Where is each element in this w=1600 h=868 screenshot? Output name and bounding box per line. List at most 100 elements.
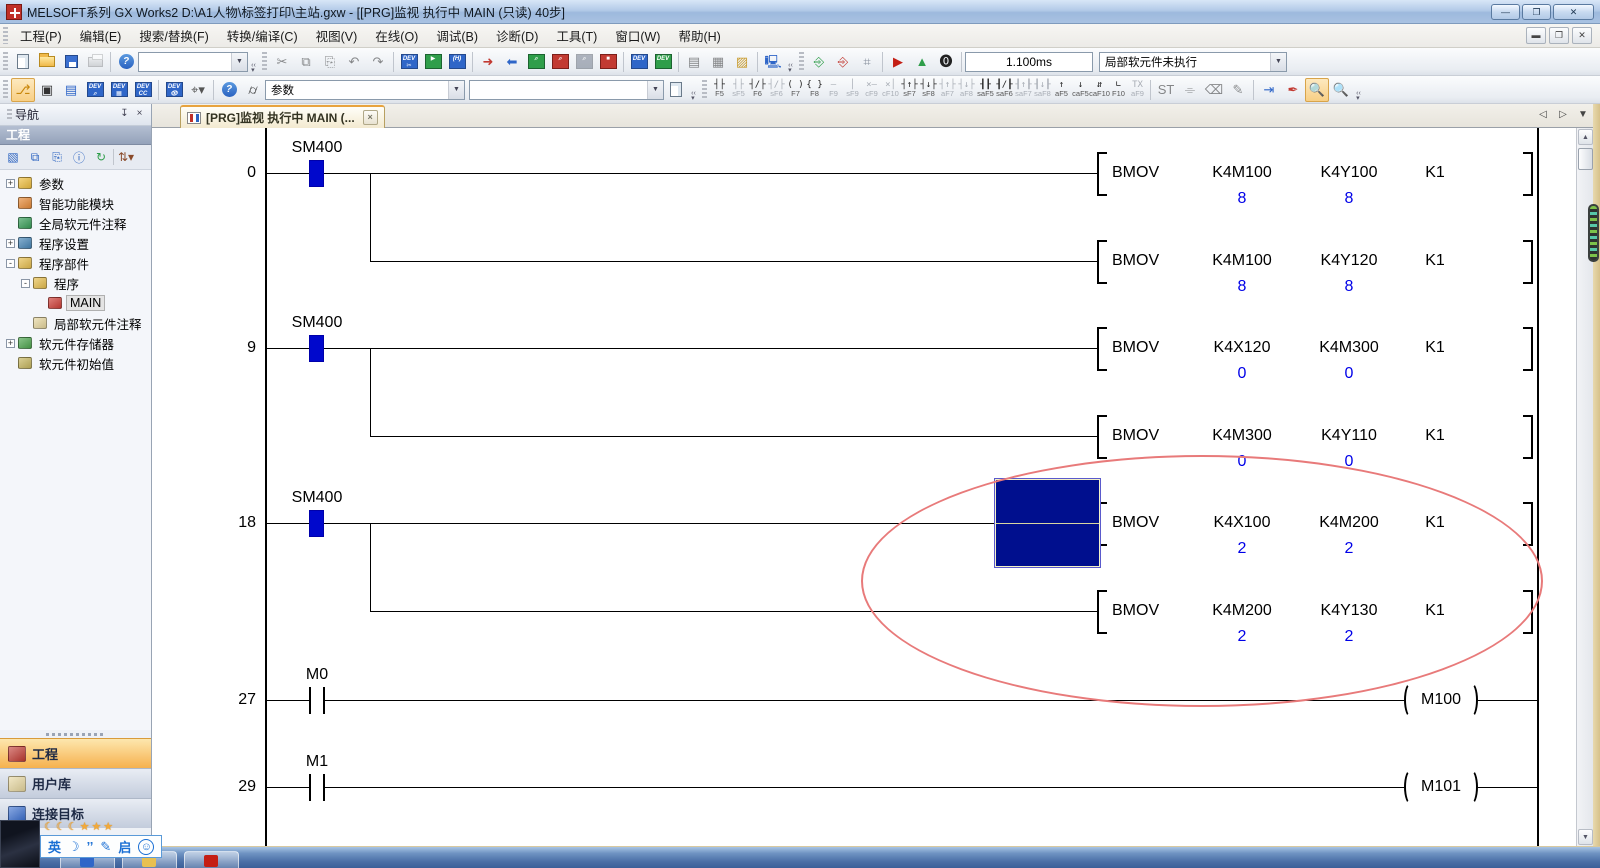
device-batch-button[interactable]: DEV <box>651 50 675 74</box>
tree-item-全局软元件注释[interactable]: 全局软元件注释 <box>0 213 151 233</box>
device-find-button[interactable]: DEV⌕ <box>83 78 107 102</box>
instruction-mnemonic[interactable]: BMOV <box>1112 513 1159 533</box>
tree-item-程序部件[interactable]: -程序部件 <box>0 253 151 273</box>
menu-online[interactable]: 在线(O) <box>366 23 427 48</box>
instruction-operand-2[interactable]: K4Y110 <box>1321 426 1377 446</box>
monitor-window-button[interactable]: 🖳 <box>761 50 785 74</box>
help-button[interactable]: ? <box>114 50 138 74</box>
device-ccl-button[interactable]: DEVCC <box>131 78 155 102</box>
find-next-button[interactable] <box>664 78 688 102</box>
instruction-operand-1[interactable]: K4M300 <box>1212 426 1272 446</box>
ime-tools-icon[interactable]: ✎ <box>100 839 111 855</box>
ladder-symbol-button-cF10[interactable]: ×│cF10 <box>881 77 900 102</box>
instruction-operand-1[interactable]: K4X120 <box>1214 338 1271 358</box>
tree-item-软元件存储器[interactable]: +软元件存储器 <box>0 333 151 353</box>
edit-line-button[interactable]: ⌯ <box>1178 78 1202 102</box>
read-from-plc-button[interactable]: ⬅ <box>500 50 524 74</box>
expand-icon[interactable]: + <box>6 179 15 188</box>
quick-access-combo[interactable]: ▼ <box>138 52 248 72</box>
instruction-operand-2[interactable]: K4Y100 <box>1321 163 1378 183</box>
tab-scroll-right-icon[interactable]: ▷ <box>1556 109 1570 120</box>
tab-scroll-left-icon[interactable]: ◁ <box>1536 109 1550 120</box>
list-view-button[interactable]: ▤ <box>59 78 83 102</box>
monitor-warning-button[interactable]: ▲ <box>910 50 934 74</box>
instruction-mnemonic[interactable]: BMOV <box>1112 163 1159 183</box>
instruction-mnemonic[interactable]: BMOV <box>1112 338 1159 358</box>
copy-item-button[interactable]: ⧉ <box>25 147 45 167</box>
ladder-symbol-button-saF6[interactable]: ┨/┠saF6 <box>995 77 1014 102</box>
statement-edit-button[interactable]: ▦ <box>706 50 730 74</box>
instruction-operand-2[interactable]: K4M300 <box>1319 338 1379 358</box>
ime-language-icon[interactable]: 英 <box>48 837 61 856</box>
instruction-operand-2[interactable]: K4Y130 <box>1321 601 1378 621</box>
ladder-symbol-button-aF5[interactable]: ↑aF5 <box>1052 77 1071 102</box>
maximize-button[interactable]: ❐ <box>1522 4 1551 20</box>
ime-emoji-icon[interactable]: ☺ <box>138 839 154 855</box>
ladder-symbol-button-caF5[interactable]: ↓caF5 <box>1071 77 1090 102</box>
menu-debug[interactable]: 调试(B) <box>427 23 487 48</box>
ladder-symbol-button-F5[interactable]: ┤├F5 <box>710 77 729 102</box>
instruction-mnemonic[interactable]: BMOV <box>1112 426 1159 446</box>
undo-button[interactable]: ↶ <box>342 50 366 74</box>
chevron-down-icon[interactable]: ▼ <box>1270 53 1286 71</box>
read-mode-button[interactable]: ⇥ <box>1257 78 1281 102</box>
ladder-cursor-cell[interactable] <box>995 479 1100 567</box>
ladder-symbol-button-cF9[interactable]: ×—cF9 <box>862 77 881 102</box>
expand-icon[interactable]: + <box>6 339 15 348</box>
ladder-symbol-button-sF7[interactable]: ┤↑├sF7 <box>900 77 919 102</box>
monitor-mode-button[interactable]: 🔍 <box>1305 78 1329 102</box>
collapse-icon[interactable]: - <box>6 259 15 268</box>
program-select-combo[interactable]: 参数 ▼ <box>265 80 465 100</box>
menu-project[interactable]: 工程(P) <box>11 23 71 48</box>
close-panel-icon[interactable]: × <box>132 107 147 122</box>
remote-operation-button[interactable]: ⌕ <box>548 50 572 74</box>
ladder-symbol-button-caF10[interactable]: ⇵caF10 <box>1090 77 1109 102</box>
toolbar-overflow[interactable]: ‹‹▾ <box>688 79 699 101</box>
device-test-button[interactable]: (H) <box>445 50 469 74</box>
plc-diagnostics-button[interactable]: ⌕ <box>572 50 596 74</box>
find-button[interactable]: ⌭ <box>241 78 265 102</box>
menu-edit[interactable]: 编辑(E) <box>71 23 131 48</box>
ladder-symbol-button-F8[interactable]: { }F8 <box>805 77 824 102</box>
contact-open-left-bar[interactable] <box>309 774 311 801</box>
write-mode-button[interactable]: ✒ <box>1281 78 1305 102</box>
instruction-operand-2[interactable]: K4Y120 <box>1321 251 1378 271</box>
ime-softkeyboard-icon[interactable]: 启 <box>118 837 131 856</box>
ladder-symbol-button-sF5[interactable]: ┤├sF5 <box>729 77 748 102</box>
ladder-symbol-button-sF6[interactable]: ┤/├sF6 <box>767 77 786 102</box>
menu-help[interactable]: 帮助(H) <box>669 23 729 48</box>
tree-item-软元件初始值[interactable]: 软元件初始值 <box>0 353 151 373</box>
ladder-symbol-button-aF9[interactable]: TXaF9 <box>1128 77 1147 102</box>
ladder-symbol-button-aF7[interactable]: ┤↑├aF7 <box>938 77 957 102</box>
contact-energized[interactable] <box>309 510 324 537</box>
comment-edit-button[interactable]: ▤ <box>682 50 706 74</box>
stop-plc-button[interactable]: ■ <box>596 50 620 74</box>
navigation-toggle-button[interactable]: ⎇ <box>11 78 35 102</box>
tab-main-program[interactable]: [PRG]监视 执行中 MAIN (... × <box>180 105 385 128</box>
tab-close-icon[interactable]: × <box>363 110 378 125</box>
instruction-mnemonic[interactable]: BMOV <box>1112 601 1159 621</box>
minimize-button[interactable]: — <box>1491 4 1520 20</box>
scrollbar-thumb[interactable] <box>1578 148 1593 170</box>
instruction-mnemonic[interactable]: BMOV <box>1112 251 1159 271</box>
toolbar-overflow[interactable]: ‹‹▾ <box>1353 79 1364 101</box>
pin-icon[interactable]: ↧ <box>117 107 132 122</box>
paste-button[interactable]: ⎘ <box>318 50 342 74</box>
convert-ladder-button[interactable]: ⎆ <box>807 50 831 74</box>
monitor-start-button[interactable]: ▶ <box>886 50 910 74</box>
ladder-symbol-button-aF8[interactable]: ┤↓├aF8 <box>957 77 976 102</box>
mdi-restore-button[interactable]: ❐ <box>1549 27 1569 44</box>
coil-label[interactable]: M100 <box>1421 690 1461 710</box>
ladder-symbol-button-saF5[interactable]: ┨┠saF5 <box>976 77 995 102</box>
help2-button[interactable]: ? <box>217 78 241 102</box>
tree-item-程序[interactable]: -程序 <box>0 273 151 293</box>
toolbar-overflow[interactable]: ‹‹▾ <box>785 51 796 73</box>
panel-splitter[interactable] <box>0 730 151 738</box>
chevron-down-icon[interactable]: ▼ <box>647 81 663 99</box>
find-text-combo[interactable]: ▼ <box>469 80 664 100</box>
instruction-operand-2[interactable]: K4M200 <box>1319 513 1379 533</box>
tree-item-局部软元件注释[interactable]: 局部软元件注释 <box>0 313 151 333</box>
menu-diagnostics[interactable]: 诊断(D) <box>487 23 547 48</box>
toolbar-overflow[interactable]: ‹‹▾ <box>248 51 259 73</box>
paste-item-button[interactable]: ⎘ <box>47 147 67 167</box>
